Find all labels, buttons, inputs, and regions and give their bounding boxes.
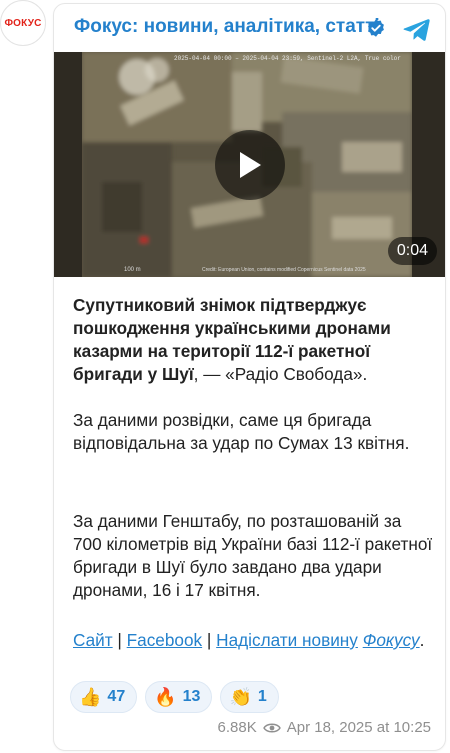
post-card: Фокус: новини, аналітика, статті 2025-04… <box>53 3 446 751</box>
avatar-logo-text: ФОКУС <box>4 17 42 29</box>
reaction-count: 13 <box>182 688 201 705</box>
reaction-fire[interactable]: 🔥 13 <box>145 681 213 713</box>
facebook-link[interactable]: Facebook <box>127 630 202 650</box>
post-date[interactable]: Apr 18, 2025 at 10:25 <box>287 719 431 736</box>
post-source: , — «Радіо Свобода». <box>193 364 368 384</box>
reaction-count: 47 <box>107 688 126 705</box>
play-icon <box>240 152 261 178</box>
post-meta: 6.88K Apr 18, 2025 at 10:25 <box>218 719 431 736</box>
post-links: Сайт | Facebook | Надіслати новину Фокус… <box>73 629 433 652</box>
post-paragraph-2: За даними розвідки, саме ця бригада відп… <box>73 410 410 453</box>
link-separator: | <box>112 630 127 650</box>
view-count: 6.88K <box>217 719 257 736</box>
video-caption: 2025-04-04 00:00 – 2025-04-04 23:59, Sen… <box>174 55 401 62</box>
play-button[interactable] <box>215 130 285 200</box>
verified-badge-icon <box>368 19 384 37</box>
video-credit: Credit: European Union, contains modifie… <box>202 267 366 273</box>
post-paragraph-3: За даними Генштабу, по розташованій за 7… <box>73 511 433 600</box>
fokus-link[interactable]: Фокусу <box>363 630 420 650</box>
fire-icon: 🔥 <box>154 687 177 707</box>
channel-name[interactable]: Фокус: новини, аналітика, статті <box>74 16 380 38</box>
thumbs-up-icon: 👍 <box>79 687 102 707</box>
post-paragraph-1: Супутниковий знімок підтверджує пошкодже… <box>73 294 433 386</box>
links-end: . <box>419 630 425 650</box>
post-header: Фокус: новини, аналітика, статті <box>54 4 445 52</box>
eye-icon <box>262 723 281 732</box>
reaction-thumbs-up[interactable]: 👍 47 <box>70 681 138 713</box>
clap-icon: 👏 <box>229 687 252 707</box>
video-scale: 100 m <box>124 267 141 273</box>
reaction-count: 1 <box>257 688 267 705</box>
telegram-icon[interactable] <box>402 14 432 44</box>
reactions-bar: 👍 47 🔥 13 👏 1 <box>70 681 279 713</box>
video-player[interactable]: 2025-04-04 00:00 – 2025-04-04 23:59, Sen… <box>54 52 445 277</box>
reaction-clap[interactable]: 👏 1 <box>220 681 279 713</box>
video-duration: 0:04 <box>387 237 437 265</box>
channel-avatar[interactable]: ФОКУС <box>0 0 46 46</box>
send-news-link[interactable]: Надіслати новину <box>216 630 358 650</box>
link-separator: | <box>202 630 217 650</box>
site-link[interactable]: Сайт <box>73 630 113 650</box>
